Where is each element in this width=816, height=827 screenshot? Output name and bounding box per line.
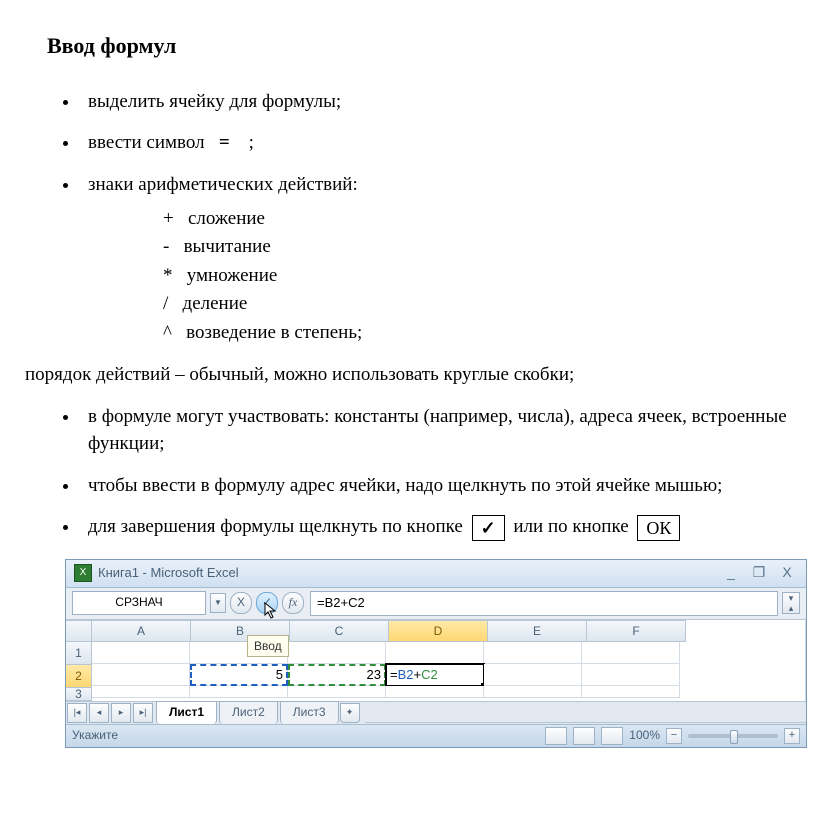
status-bar: Укажите 100% − + <box>66 724 806 747</box>
cell[interactable] <box>92 642 190 664</box>
bullet-item: в формуле могут участвовать: константы (… <box>80 403 791 458</box>
col-header[interactable]: C <box>290 620 389 642</box>
zoom-label: 100% <box>629 727 660 744</box>
cell[interactable] <box>582 664 680 686</box>
operators-list: + сложение - вычитание * умножение / дел… <box>163 205 791 348</box>
op-mul: * умножение <box>163 262 791 291</box>
ok-button-box: ОК <box>637 515 680 541</box>
col-header[interactable]: A <box>92 620 191 642</box>
view-normal-icon[interactable] <box>545 727 567 745</box>
zoom-in-button[interactable]: + <box>784 728 800 744</box>
bullet-item: чтобы ввести в формулу адрес ячейки, над… <box>80 472 791 500</box>
name-box-dropdown-icon[interactable]: ▼ <box>210 593 226 613</box>
cell[interactable] <box>386 642 484 664</box>
op-div: / деление <box>163 290 791 319</box>
bullet-list: выделить ячейку для формулы; ввести симв… <box>25 88 791 347</box>
sheet-tab[interactable]: Лист2 <box>219 701 278 723</box>
col-header[interactable]: F <box>587 620 686 642</box>
zoom-slider-thumb[interactable] <box>730 730 738 744</box>
cell[interactable] <box>288 642 386 664</box>
enter-tooltip: Ввод <box>247 635 289 657</box>
cell[interactable] <box>92 664 190 686</box>
bullet-list-2: в формуле могут участвовать: константы (… <box>25 403 791 541</box>
text: + <box>414 667 422 682</box>
check-button-box: ✓ <box>472 515 505 541</box>
excel-app-icon: X <box>74 564 92 582</box>
expand-formula-bar-icon[interactable]: ▾▴ <box>782 592 800 614</box>
ref-c2: C2 <box>421 667 438 682</box>
equals-symbol: = <box>219 132 230 153</box>
cell[interactable] <box>92 686 190 698</box>
sheet-nav-prev-icon[interactable]: ◂ <box>89 703 109 723</box>
close-icon[interactable]: X <box>776 565 798 581</box>
row-header[interactable]: 2 <box>66 665 92 688</box>
cell[interactable] <box>484 642 582 664</box>
sheet-tab[interactable]: Лист3 <box>280 701 339 723</box>
text: знаки арифметических действий: <box>88 174 358 195</box>
zoom-slider[interactable] <box>688 734 778 738</box>
bullet-item: выделить ячейку для формулы; <box>80 88 791 116</box>
bullet-item: для завершения формулы щелкнуть по кнопк… <box>80 513 791 541</box>
row-header[interactable]: 3 <box>66 688 92 701</box>
check-icon: ✓ <box>262 595 272 609</box>
new-sheet-icon[interactable]: ✦ <box>340 703 360 723</box>
text: = <box>390 667 398 682</box>
excel-screenshot: X Книга1 - Microsoft Excel _ ❐ X СРЗНАЧ … <box>65 559 807 748</box>
sheet-nav-first-icon[interactable]: |◂ <box>67 703 87 723</box>
sheet-nav-last-icon[interactable]: ▸| <box>133 703 153 723</box>
bullet-item: ввести символ = ; <box>80 129 791 157</box>
sheet-nav-next-icon[interactable]: ▸ <box>111 703 131 723</box>
view-pagebreak-icon[interactable] <box>601 727 623 745</box>
fx-button[interactable]: fx <box>282 592 304 614</box>
cell[interactable] <box>484 686 582 698</box>
minimize-icon[interactable]: _ <box>720 565 742 581</box>
sheet-tabs-bar: |◂ ◂ ▸ ▸| Лист1 Лист2 Лист3 ✦ <box>66 701 806 724</box>
cell-c2[interactable]: 23 <box>288 664 386 686</box>
name-box[interactable]: СРЗНАЧ <box>72 591 206 614</box>
maximize-icon[interactable]: ❐ <box>748 565 770 581</box>
window-title: Книга1 - Microsoft Excel <box>98 564 239 583</box>
text: для завершения формулы щелкнуть по кнопк… <box>88 516 463 537</box>
zoom-out-button[interactable]: − <box>666 728 682 744</box>
status-text: Укажите <box>72 727 118 744</box>
cell[interactable] <box>582 642 680 664</box>
select-all-corner[interactable] <box>66 620 92 642</box>
view-layout-icon[interactable] <box>573 727 595 745</box>
cell[interactable] <box>582 686 680 698</box>
formula-bar: СРЗНАЧ ▼ X ✓ Ввод fx =B2+C2 ▾▴ <box>66 588 806 620</box>
op-plus: + сложение <box>163 205 791 234</box>
col-header[interactable]: D <box>389 620 488 642</box>
cell[interactable] <box>484 664 582 686</box>
sheet-tab[interactable]: Лист1 <box>156 701 217 723</box>
bullet-item: знаки арифметических действий: + сложени… <box>80 171 791 347</box>
text: или по кнопке <box>513 516 628 537</box>
cell[interactable] <box>386 686 484 698</box>
op-minus: - вычитание <box>163 233 791 262</box>
cell-b2[interactable]: 5 <box>190 664 288 686</box>
col-header[interactable]: E <box>488 620 587 642</box>
cancel-button[interactable]: X <box>230 592 252 614</box>
cell-d2-active[interactable]: =B2+C2 <box>386 664 484 686</box>
op-pow: ^ возведение в степень; <box>163 319 791 348</box>
order-note: порядок действий – обычный, можно исполь… <box>25 361 791 389</box>
row-header[interactable]: 1 <box>66 642 92 665</box>
ref-b2: B2 <box>398 667 414 682</box>
spreadsheet-grid: 1 2 3 A B C D E F 5 <box>66 620 806 701</box>
text: ; <box>249 132 254 153</box>
text: ввести символ <box>88 132 205 153</box>
page-title: Ввод формул <box>47 30 791 62</box>
excel-title-bar: X Книга1 - Microsoft Excel _ ❐ X <box>66 560 806 588</box>
enter-button[interactable]: ✓ Ввод <box>256 592 278 614</box>
cell[interactable] <box>288 686 386 698</box>
cell[interactable] <box>190 686 288 698</box>
formula-input[interactable]: =B2+C2 <box>310 591 778 616</box>
